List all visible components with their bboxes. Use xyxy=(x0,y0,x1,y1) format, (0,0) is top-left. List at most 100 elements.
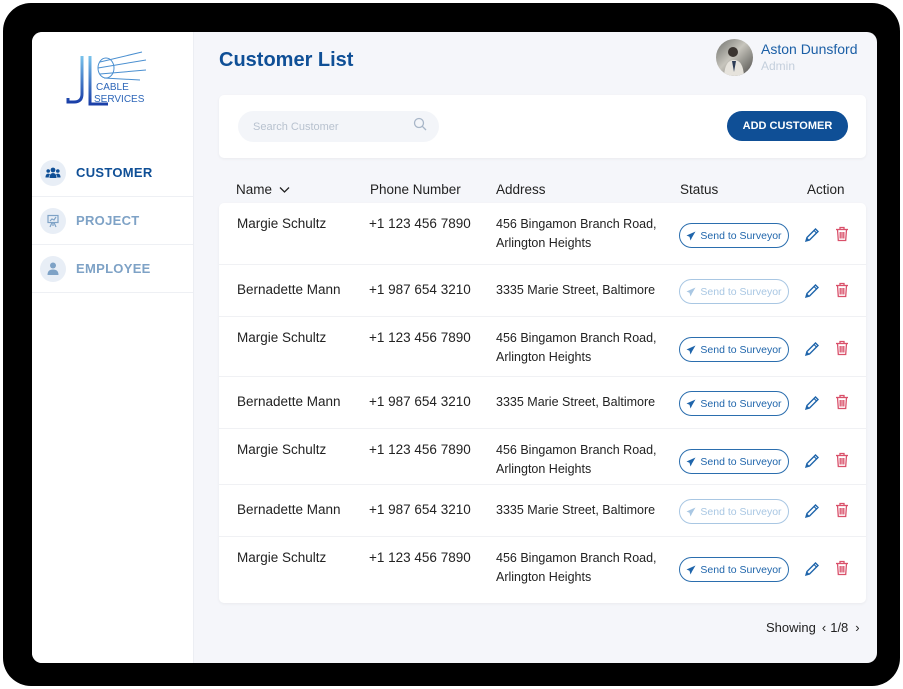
customer-phone: +1 123 456 7890 xyxy=(369,216,471,231)
send-to-surveyor-button[interactable]: Send to Surveyor xyxy=(679,279,789,304)
delete-icon[interactable] xyxy=(835,452,849,473)
user-icon xyxy=(40,255,66,282)
device-frame: CABLE SERVICES CUSTOMER PROJECT EMPLOYEE… xyxy=(3,3,900,686)
app-screen: CABLE SERVICES CUSTOMER PROJECT EMPLOYEE… xyxy=(32,32,877,663)
presentation-icon xyxy=(40,207,66,234)
send-to-surveyor-button[interactable]: Send to Surveyor xyxy=(679,449,789,474)
edit-icon[interactable] xyxy=(804,503,820,524)
prev-page-button[interactable]: ‹ xyxy=(822,620,826,635)
customer-address: 456 Bingamon Branch Road, Arlington Heig… xyxy=(496,215,657,253)
send-to-surveyor-button[interactable]: Send to Surveyor xyxy=(679,557,789,582)
edit-icon[interactable] xyxy=(804,561,820,582)
send-to-surveyor-button[interactable]: Send to Surveyor xyxy=(679,337,789,362)
customer-address: 456 Bingamon Branch Road, Arlington Heig… xyxy=(496,329,657,367)
status-label: Send to Surveyor xyxy=(700,343,782,356)
table-row: Margie Schultz +1 123 456 7890 456 Binga… xyxy=(219,537,866,603)
send-to-surveyor-button[interactable]: Send to Surveyor xyxy=(679,223,789,248)
sidebar-nav: CUSTOMER PROJECT EMPLOYEE xyxy=(32,149,193,293)
delete-icon[interactable] xyxy=(835,340,849,361)
customer-phone: +1 123 456 7890 xyxy=(369,330,471,345)
page-indicator: 1/8 xyxy=(830,620,849,635)
status-label: Send to Surveyor xyxy=(700,563,782,576)
sidebar-item-employee[interactable]: EMPLOYEE xyxy=(32,245,193,293)
address-line-2: Arlington Heights xyxy=(496,570,592,584)
delete-icon[interactable] xyxy=(835,394,849,415)
status-label: Send to Surveyor xyxy=(700,229,782,242)
address-line-1: 456 Bingamon Branch Road, xyxy=(496,217,657,231)
edit-icon[interactable] xyxy=(804,395,820,416)
user-profile[interactable]: Aston Dunsford Admin xyxy=(716,39,858,76)
send-icon xyxy=(686,399,696,408)
send-to-surveyor-button[interactable]: Send to Surveyor xyxy=(679,499,789,524)
edit-icon[interactable] xyxy=(804,227,820,248)
column-label: Name xyxy=(236,182,273,197)
address-line-2: Arlington Heights xyxy=(496,350,592,364)
search-input[interactable] xyxy=(253,120,413,133)
customer-name: Bernadette Mann xyxy=(237,502,341,517)
status-label: Send to Surveyor xyxy=(700,397,782,410)
status-label: Send to Surveyor xyxy=(700,455,782,468)
column-header-status: Status xyxy=(680,182,719,197)
column-header-address: Address xyxy=(496,182,546,197)
table-row: Margie Schultz +1 123 456 7890 456 Binga… xyxy=(219,203,866,265)
address-line-1: 456 Bingamon Branch Road, xyxy=(496,551,657,565)
add-customer-button[interactable]: ADD CUSTOMER xyxy=(727,111,848,141)
users-icon xyxy=(40,159,66,186)
send-icon xyxy=(686,287,696,296)
delete-icon[interactable] xyxy=(835,282,849,303)
customer-address: 3335 Marie Street, Baltimore xyxy=(496,393,655,412)
table-row: Bernadette Mann +1 987 654 3210 3335 Mar… xyxy=(219,485,866,537)
toolbar: ADD CUSTOMER xyxy=(219,95,866,158)
address-line-1: 456 Bingamon Branch Road, xyxy=(496,331,657,345)
column-header-name[interactable]: Name xyxy=(236,182,290,197)
edit-icon[interactable] xyxy=(804,283,820,304)
send-icon xyxy=(686,457,696,466)
customer-phone: +1 987 654 3210 xyxy=(369,394,471,409)
send-icon xyxy=(686,231,696,240)
table-header: Name Phone Number Address Status Action xyxy=(219,180,866,202)
sidebar-item-label: CUSTOMER xyxy=(76,165,153,180)
address-line-1: 3335 Marie Street, Baltimore xyxy=(496,503,656,517)
customer-phone: +1 987 654 3210 xyxy=(369,282,471,297)
send-to-surveyor-button[interactable]: Send to Surveyor xyxy=(679,391,789,416)
send-icon xyxy=(686,565,696,574)
avatar xyxy=(716,39,753,76)
customer-name: Margie Schultz xyxy=(237,442,327,457)
status-label: Send to Surveyor xyxy=(700,285,782,298)
chevron-down-icon xyxy=(279,187,290,193)
delete-icon[interactable] xyxy=(835,226,849,247)
customer-table: Margie Schultz +1 123 456 7890 456 Binga… xyxy=(219,203,866,603)
search-box xyxy=(238,111,439,142)
customer-address: 3335 Marie Street, Baltimore xyxy=(496,501,655,520)
sidebar-item-customer[interactable]: CUSTOMER xyxy=(32,149,193,197)
pagination-label: Showing xyxy=(766,620,816,635)
table-row: Margie Schultz +1 123 456 7890 456 Binga… xyxy=(219,317,866,377)
edit-icon[interactable] xyxy=(804,453,820,474)
search-icon[interactable] xyxy=(413,117,427,136)
customer-name: Margie Schultz xyxy=(237,550,327,565)
delete-icon[interactable] xyxy=(835,502,849,523)
user-role: Admin xyxy=(761,59,796,73)
table-row: Bernadette Mann +1 987 654 3210 3335 Mar… xyxy=(219,377,866,429)
address-line-2: Arlington Heights xyxy=(496,236,592,250)
sidebar-item-label: EMPLOYEE xyxy=(76,261,151,276)
status-label: Send to Surveyor xyxy=(700,505,782,518)
next-page-button[interactable]: › xyxy=(855,620,859,635)
user-name: Aston Dunsford xyxy=(761,41,858,57)
edit-icon[interactable] xyxy=(804,341,820,362)
delete-icon[interactable] xyxy=(835,560,849,581)
svg-text:CABLE: CABLE xyxy=(96,82,129,93)
customer-name: Margie Schultz xyxy=(237,216,327,231)
sidebar-item-project[interactable]: PROJECT xyxy=(32,197,193,245)
customer-address: 456 Bingamon Branch Road, Arlington Heig… xyxy=(496,441,657,479)
company-logo[interactable]: CABLE SERVICES xyxy=(64,46,154,112)
table-row: Margie Schultz +1 123 456 7890 456 Binga… xyxy=(219,429,866,485)
customer-phone: +1 987 654 3210 xyxy=(369,502,471,517)
customer-name: Margie Schultz xyxy=(237,330,327,345)
page-title: Customer List xyxy=(219,49,354,71)
svg-text:SERVICES: SERVICES xyxy=(94,94,145,105)
customer-phone: +1 123 456 7890 xyxy=(369,550,471,565)
send-icon xyxy=(686,345,696,354)
send-icon xyxy=(686,507,696,516)
sidebar: CABLE SERVICES CUSTOMER PROJECT EMPLOYEE xyxy=(32,32,194,663)
